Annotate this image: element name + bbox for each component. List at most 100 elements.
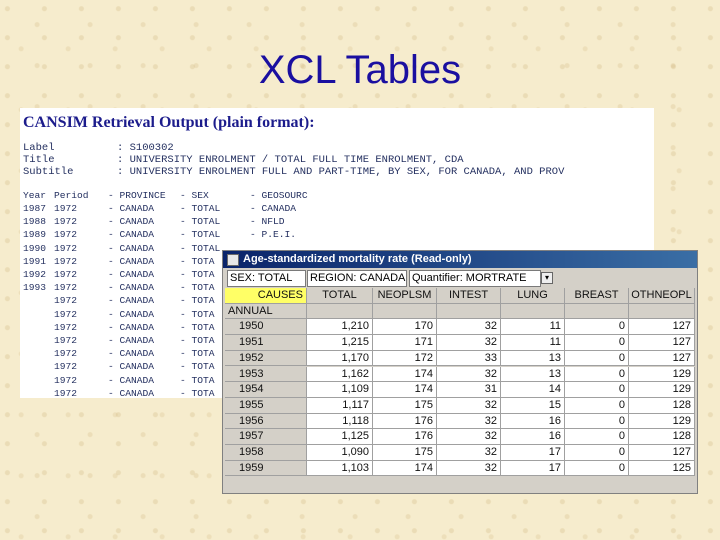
data-cell[interactable]: 15 [501,397,565,414]
cell: - TOTAL [180,216,221,228]
data-cell[interactable]: 127 [629,445,695,461]
data-cell[interactable]: 32 [437,429,501,445]
year-row-header[interactable]: 1952 [225,350,307,367]
data-cell[interactable]: 127 [629,350,695,367]
column-header[interactable]: LUNG [501,288,565,304]
column-header[interactable]: BREAST [565,288,629,304]
data-cell[interactable]: 0 [565,319,629,336]
year-row-header[interactable]: 1957 [225,429,307,445]
data-cell[interactable]: 11 [501,319,565,336]
data-cell[interactable]: 33 [437,350,501,367]
data-cell[interactable]: 13 [501,350,565,367]
data-cell[interactable]: 174 [373,382,437,398]
data-cell[interactable]: 174 [373,460,437,477]
cell: 1972 [54,374,78,386]
data-cell[interactable]: 0 [565,397,629,414]
data-cell[interactable]: 172 [373,350,437,367]
year-row-header[interactable]: 1950 [225,319,307,336]
data-cell[interactable]: 125 [629,460,695,477]
data-cell[interactable]: 176 [373,429,437,445]
mortality-rate-window[interactable]: Age-standardized mortality rate (Read-on… [222,250,698,494]
column-header[interactable]: NEOPLSM [373,288,437,304]
window-title-bar[interactable]: Age-standardized mortality rate (Read-on… [223,251,697,268]
year-row-header[interactable]: 1954 [225,382,307,398]
data-cell[interactable]: 1,117 [307,397,373,414]
data-cell[interactable]: 32 [437,445,501,461]
data-cell[interactable]: 175 [373,445,437,461]
data-cell[interactable]: 32 [437,460,501,477]
table-icon [227,254,239,266]
data-cell[interactable]: 1,170 [307,350,373,367]
cell: - CANADA [108,269,155,280]
data-cell[interactable]: 31 [437,382,501,398]
data-cell[interactable]: 0 [565,445,629,461]
data-cell[interactable]: 0 [565,335,629,351]
data-cell[interactable]: 1,210 [307,319,373,336]
cell: 1972 [54,308,78,320]
cell: 1972 [54,295,78,307]
data-cell[interactable]: 32 [437,413,501,430]
data-cell[interactable]: 1,103 [307,460,373,477]
column-header[interactable]: INTEST [437,288,501,304]
data-cell[interactable]: 32 [437,397,501,414]
cell: - CANADA [108,374,155,386]
cell: - PROVINCE [108,190,166,201]
column-header[interactable]: TOTAL [307,288,373,304]
data-cell[interactable]: 32 [437,335,501,351]
data-cell[interactable]: 32 [437,366,501,383]
data-cell[interactable]: 16 [501,429,565,445]
year-row-header[interactable]: 1955 [225,397,307,414]
header-spacer [373,303,437,320]
data-cell[interactable]: 129 [629,382,695,398]
data-cell[interactable]: 128 [629,397,695,414]
data-cell[interactable]: 1,118 [307,413,373,430]
data-cell[interactable]: 128 [629,429,695,445]
cell: 1987 [23,203,47,214]
data-cell[interactable]: 1,090 [307,445,373,461]
data-cell[interactable]: 1,109 [307,382,373,398]
data-cell[interactable]: 174 [373,366,437,383]
data-cell[interactable]: 16 [501,413,565,430]
data-cell[interactable]: 0 [565,350,629,367]
year-row-header[interactable]: 1951 [225,335,307,351]
region-filter[interactable]: REGION: CANADA [307,270,407,287]
data-cell[interactable]: 32 [437,319,501,336]
data-cell[interactable]: 0 [565,382,629,398]
year-row-header[interactable]: 1956 [225,413,307,430]
quantifier-filter[interactable]: Quantifier: MORTRATE [409,270,541,287]
data-cell[interactable]: 129 [629,366,695,383]
data-cell[interactable]: 170 [373,319,437,336]
cell: 1988 [23,216,47,228]
cell: - TOTA [180,374,215,386]
data-cell[interactable]: 175 [373,397,437,414]
cell: 1992 [23,269,47,280]
data-cell[interactable]: 17 [501,460,565,477]
data-cell[interactable]: 129 [629,413,695,430]
data-cell[interactable]: 1,215 [307,335,373,351]
data-cell[interactable]: 171 [373,335,437,351]
data-cell[interactable]: 0 [565,460,629,477]
dropdown-arrow-icon[interactable]: ▾ [541,272,553,284]
year-row-header[interactable]: 1959 [225,460,307,477]
data-cell[interactable]: 0 [565,366,629,383]
data-cell[interactable]: 176 [373,413,437,430]
data-cell[interactable]: 13 [501,366,565,383]
data-cell[interactable]: 17 [501,445,565,461]
meta-subtitle: Subtitle: UNIVERSITY ENROLMENT FULL AND … [23,166,565,178]
data-cell[interactable]: 14 [501,382,565,398]
sex-filter[interactable]: SEX: TOTAL [227,270,306,287]
cell: - CANADA [108,295,155,307]
column-header[interactable]: OTHNEOPL [629,288,695,304]
data-cell[interactable]: 1,162 [307,366,373,383]
data-cell[interactable]: 11 [501,335,565,351]
cell: - CANADA [108,216,155,228]
cell: 1991 [23,255,47,267]
data-cell[interactable]: 1,125 [307,429,373,445]
data-cell[interactable]: 127 [629,319,695,336]
causes-header[interactable]: CAUSES [225,288,307,304]
data-cell[interactable]: 127 [629,335,695,351]
data-cell[interactable]: 0 [565,413,629,430]
data-cell[interactable]: 0 [565,429,629,445]
year-row-header[interactable]: 1953 [225,366,307,383]
year-row-header[interactable]: 1958 [225,445,307,461]
